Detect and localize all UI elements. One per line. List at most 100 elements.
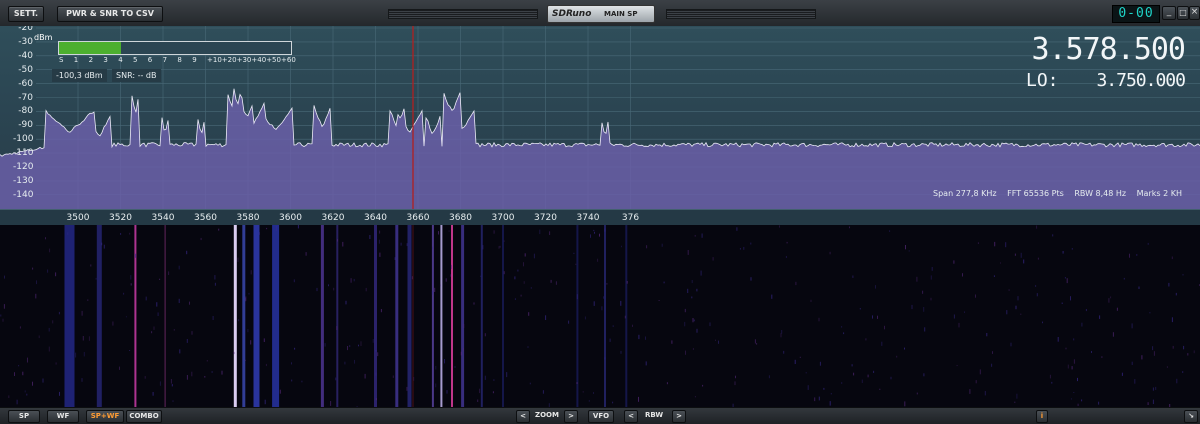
waterfall-noise-speck	[992, 351, 993, 354]
waterfall-noise-speck	[750, 277, 752, 281]
window-drag-grip[interactable]	[388, 9, 538, 19]
sp-wf-mode-button[interactable]: SP+WF	[86, 410, 124, 423]
waterfall-noise-speck	[1037, 257, 1039, 260]
waterfall-noise-speck	[818, 396, 820, 401]
waterfall-noise-speck	[129, 232, 131, 235]
maximize-icon[interactable]: □	[1177, 6, 1189, 20]
y-axis-label: -50	[18, 64, 33, 75]
waterfall-noise-speck	[1051, 381, 1053, 384]
export-csv-button[interactable]: PWR & SNR TO CSV	[57, 6, 163, 22]
lo-frequency-display[interactable]: 3.750.000	[1096, 70, 1186, 91]
s-meter-fill	[59, 42, 121, 54]
zoom-in-button[interactable]: >	[564, 410, 578, 423]
wf-mode-button[interactable]: WF	[47, 410, 79, 423]
spectrum-display[interactable]: dBm -20 -30 -40 -50 -60 -70 -80 -90 -100 -110 -120…	[0, 26, 1200, 209]
waterfall-noise-speck	[27, 357, 28, 363]
rbw-info: RBW 8,48 Hz	[1074, 189, 1127, 198]
close-icon[interactable]: ×	[1189, 6, 1200, 20]
waterfall-noise-speck	[45, 237, 46, 240]
waterfall-noise-speck	[530, 287, 532, 289]
waterfall-noise-speck	[1042, 321, 1043, 324]
clock-display: 0-00	[1112, 5, 1160, 23]
s-meter-scale-label: 5	[133, 56, 138, 64]
waterfall-noise-speck	[245, 297, 247, 302]
waterfall-noise-speck	[24, 390, 26, 393]
waterfall-noise-speck	[1166, 366, 1168, 368]
waterfall-noise-speck	[1183, 345, 1185, 350]
waterfall-noise-speck	[347, 346, 348, 351]
settings-button[interactable]: SETT.	[8, 6, 44, 22]
waterfall-noise-speck	[123, 292, 125, 295]
info-icon[interactable]: i	[1036, 410, 1048, 423]
waterfall-noise-speck	[159, 278, 161, 280]
tuned-frequency-display[interactable]: 3.578.500	[1031, 32, 1186, 67]
y-axis-label: -90	[18, 120, 33, 131]
waterfall-signal-trace	[134, 225, 137, 407]
waterfall-noise-speck	[663, 281, 665, 284]
window-title-plate: SDRuno MAIN SP	[547, 5, 655, 23]
resize-grip-icon[interactable]: ↘	[1184, 410, 1198, 423]
waterfall-noise-speck	[823, 387, 825, 390]
vfo-button[interactable]: VFO	[588, 410, 614, 423]
waterfall-noise-speck	[484, 375, 486, 380]
waterfall-noise-speck	[841, 382, 843, 384]
waterfall-display[interactable]	[0, 225, 1200, 407]
frequency-axis[interactable]: 3500 3520 3540 3560 3580 3600 3620 3640 3660 3680…	[0, 209, 1200, 226]
waterfall-noise-speck	[81, 378, 83, 382]
waterfall-noise-speck	[135, 253, 136, 258]
s-meter-bar	[58, 41, 292, 55]
waterfall-noise-speck	[604, 357, 606, 360]
waterfall-noise-speck	[482, 245, 484, 250]
waterfall-noise-speck	[191, 371, 193, 377]
waterfall-noise-speck	[694, 235, 696, 237]
rbw-decrease-button[interactable]: <	[624, 410, 638, 423]
waterfall-noise-speck	[275, 226, 277, 231]
waterfall-noise-speck	[550, 279, 552, 283]
waterfall-noise-speck	[493, 230, 495, 234]
rbw-increase-button[interactable]: >	[672, 410, 686, 423]
waterfall-noise-speck	[38, 335, 40, 339]
waterfall-noise-speck	[434, 287, 436, 292]
waterfall-noise-speck	[1152, 387, 1154, 391]
waterfall-noise-speck	[454, 366, 456, 368]
lo-label: LO:	[1026, 70, 1059, 91]
top-toolbar: SETT. PWR & SNR TO CSV SDRuno MAIN SP 0-…	[0, 0, 1200, 27]
frequency-tick-label: 3620	[321, 213, 345, 223]
waterfall-noise-speck	[335, 377, 337, 381]
waterfall-noise-speck	[807, 385, 809, 390]
waterfall-noise-speck	[771, 294, 773, 299]
waterfall-noise-speck	[687, 288, 689, 293]
waterfall-plot[interactable]	[0, 225, 1200, 407]
waterfall-noise-speck	[632, 324, 633, 327]
waterfall-noise-speck	[908, 250, 910, 252]
waterfall-noise-speck	[1077, 377, 1078, 382]
waterfall-noise-speck	[1077, 403, 1079, 406]
waterfall-noise-speck	[492, 391, 494, 394]
waterfall-signal-trace	[253, 225, 260, 407]
minimize-icon[interactable]: _	[1162, 6, 1176, 20]
waterfall-noise-speck	[575, 263, 577, 265]
waterfall-noise-speck	[1066, 278, 1068, 284]
sp-mode-button[interactable]: SP	[8, 410, 40, 423]
combo-mode-button[interactable]: COMBO	[126, 410, 162, 423]
waterfall-noise-speck	[1099, 315, 1101, 319]
waterfall-signal-trace	[480, 225, 483, 407]
waterfall-noise-speck	[953, 260, 955, 264]
waterfall-noise-speck	[545, 315, 547, 320]
waterfall-noise-speck	[1129, 253, 1130, 258]
waterfall-noise-speck	[375, 350, 377, 352]
waterfall-noise-speck	[129, 350, 131, 351]
waterfall-noise-speck	[739, 248, 741, 250]
zoom-out-button[interactable]: <	[516, 410, 530, 423]
waterfall-noise-speck	[36, 280, 37, 285]
waterfall-noise-speck	[1121, 372, 1123, 376]
waterfall-noise-speck	[1149, 312, 1151, 314]
waterfall-noise-speck	[986, 333, 988, 337]
waterfall-noise-speck	[964, 311, 965, 313]
window-drag-grip-right[interactable]	[666, 9, 816, 19]
waterfall-noise-speck	[186, 250, 188, 255]
waterfall-noise-speck	[582, 391, 584, 393]
waterfall-noise-speck	[851, 364, 853, 367]
waterfall-noise-speck	[1067, 364, 1069, 369]
waterfall-noise-speck	[1168, 282, 1170, 287]
